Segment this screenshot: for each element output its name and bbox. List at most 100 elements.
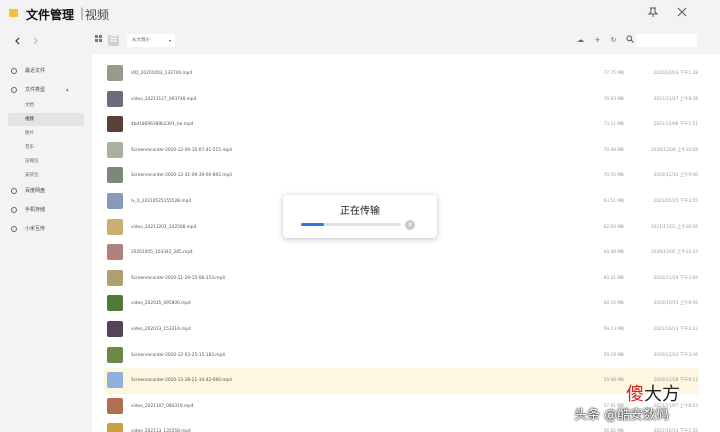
chevron-up-icon: ▴: [66, 87, 69, 93]
file-size: 70.48 MB: [603, 147, 624, 153]
video-thumbnail: [107, 372, 123, 389]
close-icon[interactable]: [674, 6, 690, 22]
sidebar-item-recent[interactable]: 最近文件: [8, 64, 84, 78]
file-row[interactable]: video_20211127_093748.mp4 76.93 MB 2021/11…: [104, 87, 699, 113]
file-name: 4bd18696389b2391_tie.mp4: [131, 122, 194, 128]
file-date: 2021/10/13 下午3:32: [653, 327, 698, 332]
video-thumbnail: [107, 167, 123, 184]
file-name: Screenrecorder-2020-12-31-09-39-00-892.m…: [131, 173, 232, 179]
file-row[interactable]: Screenrecorder-2020-12-28-21-10-42-690.m…: [104, 368, 699, 395]
sidebar-subitem-apks[interactable]: 安装包: [8, 169, 84, 182]
file-name: Screenrecorder-2020-12-28-21-10-42-690.m…: [131, 378, 232, 384]
file-date: 2021/12/06 下午1:51: [653, 122, 698, 128]
clock-icon: [11, 68, 17, 74]
file-date: 2020/10/05 上午10:33: [650, 250, 698, 256]
file-name: video_20211201_102508.mp4: [131, 224, 197, 230]
sidebar-item-label: 手机存储: [25, 207, 46, 213]
sidebar-subitem-videos[interactable]: 视频: [8, 113, 84, 126]
file-date: 2020/12/09 上午10:08: [650, 147, 698, 153]
sort-select-value: 从大到小: [132, 38, 150, 43]
file-row[interactable]: VID_20201003_132740.mp4 77.75 MB 2020/10/0…: [104, 61, 699, 87]
file-name: video_20211127_093748.mp4: [131, 96, 197, 102]
dialog-title: 正在传输: [340, 206, 380, 217]
close-circle-icon[interactable]: ✕: [405, 220, 415, 230]
chevron-left-icon[interactable]: [11, 36, 25, 50]
file-name: video_2021107_080319.mp4: [131, 403, 194, 409]
video-thumbnail: [107, 397, 123, 414]
upload-cloud-icon[interactable]: ☁: [575, 35, 586, 46]
refresh-icon[interactable]: ↻: [608, 35, 619, 46]
plus-icon[interactable]: +: [592, 35, 603, 46]
file-date: 2020/12/03 下午3:26: [653, 352, 698, 358]
file-size: 62.64 MB: [603, 224, 624, 230]
watermark-logo-a: 傻: [626, 384, 644, 405]
sidebar-subitem-archives[interactable]: 压缩包: [8, 155, 84, 168]
search-input[interactable]: [636, 34, 697, 47]
grid-view-icon[interactable]: [93, 35, 104, 46]
sidebar-item-label: 百度网盘: [25, 188, 46, 194]
file-row[interactable]: video_202015_095800.mp4 60.16 MB 2020/10/1…: [104, 291, 699, 317]
file-name: video_202015_095800.mp4: [131, 301, 191, 307]
file-date: 2020/12/31 上午9:40: [653, 173, 698, 179]
sidebar-subitem-images[interactable]: 图片: [8, 127, 84, 140]
file-name: video_202013_153214.mp4: [131, 327, 191, 332]
watermark-logo: 傻大方: [626, 380, 680, 406]
file-name: video_202113_135558.mp4: [131, 429, 191, 432]
sidebar-subitem-documents[interactable]: 文档: [8, 99, 84, 112]
file-size: 59.18 MB: [603, 352, 624, 358]
video-thumbnail: [107, 321, 123, 337]
file-name: lv_0_20210525155528.mp4: [131, 199, 192, 204]
list-view-icon[interactable]: [108, 35, 119, 46]
pin-icon[interactable]: [645, 6, 661, 22]
file-size: 70.55 MB: [603, 173, 624, 179]
title-separator: |: [80, 6, 85, 20]
sidebar-item-mi-share[interactable]: 小米互传: [8, 222, 84, 236]
search-icon[interactable]: [624, 35, 635, 46]
file-date: 2020/10/15 上午9:59: [653, 301, 698, 307]
video-thumbnail: [107, 65, 123, 81]
file-row[interactable]: 4bd18696389b2391_tie.mp4 73.51 MB 2021/12/…: [104, 112, 699, 138]
transfer-dialog: 正在传输 ✕: [283, 195, 437, 238]
folder-app-icon: [9, 9, 18, 17]
file-date: 2020/10/03 下午1:28: [653, 71, 698, 76]
sidebar-item-phone-storage[interactable]: 手机存储: [8, 203, 84, 217]
file-date: 2021/05/25 下午3:55: [653, 199, 698, 204]
video-thumbnail: [107, 218, 123, 235]
file-row[interactable]: Screenrecorder-2020-11-29-15-08-353.mp4 6…: [104, 266, 699, 292]
file-list: VID_20201003_132740.mp4 77.75 MB 2020/10/0…: [92, 54, 720, 432]
video-thumbnail: [107, 90, 123, 107]
file-size: 76.93 MB: [603, 96, 624, 102]
app-title: 文件管理: [26, 8, 75, 22]
file-row[interactable]: video_202013_153214.mp4 59.23 MB 2021/10/1…: [104, 317, 699, 343]
video-thumbnail: [107, 269, 123, 286]
sort-select[interactable]: 从大到小 ▾: [127, 34, 175, 47]
file-size: 60.41 MB: [603, 275, 624, 281]
video-thumbnail: [107, 346, 123, 363]
file-date: 2021/12/01 上午10:26: [650, 224, 698, 230]
file-size: 77.75 MB: [603, 71, 624, 76]
transfer-icon: [11, 226, 17, 232]
watermark-caption: 头条 @酷安数码: [574, 408, 670, 423]
sidebar-item-label: 最近文件: [25, 68, 46, 74]
file-row[interactable]: Screenrecorder-2020-12-09-10-07-41-515.m…: [104, 138, 699, 164]
folder-icon: [11, 87, 17, 93]
video-thumbnail: [107, 244, 123, 261]
cloud-icon: [11, 188, 17, 194]
file-name: VID_20201003_132740.mp4: [131, 71, 193, 76]
video-thumbnail: [107, 141, 123, 158]
sidebar-subitem-music[interactable]: 音乐: [8, 141, 84, 154]
chevron-down-icon: ▾: [168, 38, 171, 43]
file-size: 73.51 MB: [603, 122, 624, 128]
file-name: Screenrecorder-2020-12-03-25-15-183.mp4: [131, 352, 225, 358]
sidebar: 最近文件 文件类型 ▴ 文档 视频 图片 音乐 压缩包 安装包 百度网盘 手机存…: [0, 30, 92, 432]
sidebar-item-file-types[interactable]: 文件类型 ▴: [8, 83, 84, 97]
file-name: Screenrecorder-2020-11-29-15-08-353.mp4: [131, 275, 225, 281]
title-bar: 文件管理 | 视频: [0, 0, 720, 30]
file-row[interactable]: 20201005_103342_285.mp4 60.48 MB 2020/10/0…: [104, 240, 699, 266]
toolbar: 从大到小 ▾ ☁ + ↻: [92, 30, 720, 54]
chevron-right-icon[interactable]: [28, 36, 42, 50]
sidebar-item-baidu-netdisk[interactable]: 百度网盘: [8, 184, 84, 198]
file-row[interactable]: Screenrecorder-2020-12-03-25-15-183.mp4 5…: [104, 343, 699, 369]
watermark-logo-b: 大方: [644, 384, 680, 405]
file-row[interactable]: Screenrecorder-2020-12-31-09-39-00-892.m…: [104, 163, 699, 189]
